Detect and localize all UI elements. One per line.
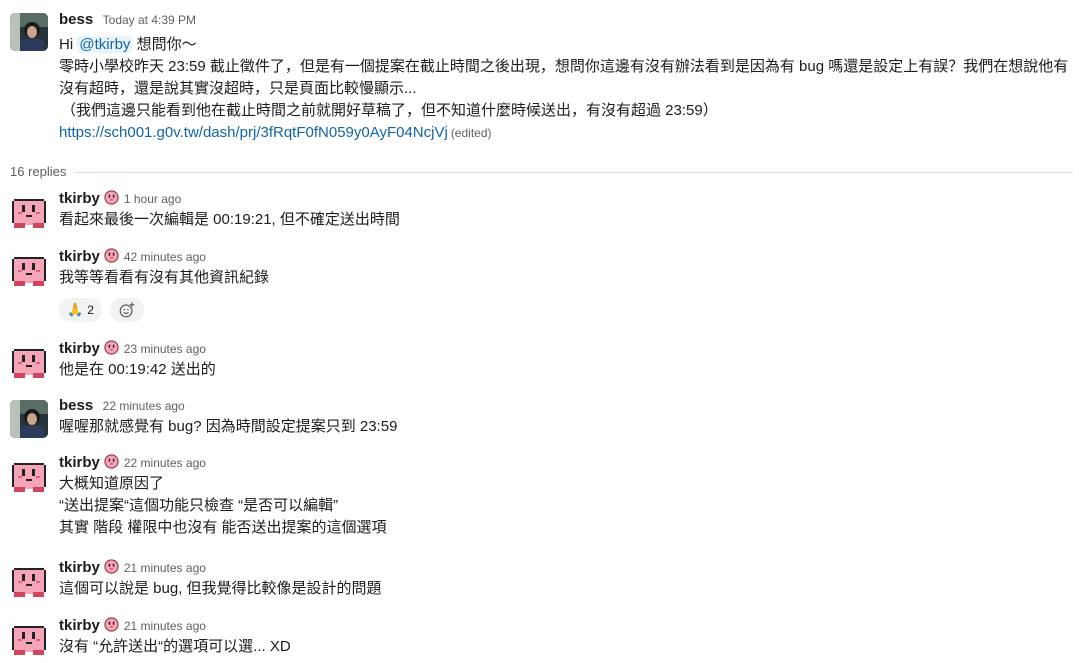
kirby-status-icon[interactable]	[104, 454, 119, 469]
message-text: 零時小學校昨天 23:59 截止徵件了，但是有一個提案在截止時間之後出現，想問你…	[59, 58, 1069, 97]
project-link[interactable]: https://sch001.g0v.tw/dash/prj/3fRqtF0fN…	[59, 124, 448, 141]
author-name[interactable]: bess	[59, 397, 93, 414]
author-name[interactable]: tkirby	[59, 340, 100, 357]
greeting-text: Hi	[59, 36, 74, 53]
timestamp[interactable]: 42 minutes ago	[124, 250, 206, 264]
reaction-count: 2	[87, 303, 94, 317]
avatar[interactable]	[10, 13, 48, 51]
kirby-pixel-avatar-icon	[10, 457, 48, 495]
author-name[interactable]: bess	[59, 11, 93, 28]
timestamp[interactable]: 22 minutes ago	[103, 399, 185, 413]
message-text: 我等等看看有沒有其他資訊紀錄	[59, 269, 270, 286]
greeting-rest-text: 想問你～	[136, 36, 197, 53]
replies-divider: 16 replies	[10, 163, 1073, 181]
kirby-pixel-avatar-icon	[10, 343, 48, 381]
timestamp[interactable]: Today at 4:39 PM	[103, 13, 196, 27]
avatar[interactable]	[10, 457, 48, 495]
kirby-pixel-avatar-icon	[10, 620, 48, 658]
timestamp[interactable]: 1 hour ago	[124, 192, 181, 206]
edited-label: (edited)	[450, 126, 492, 140]
avatar[interactable]	[10, 251, 48, 289]
timestamp[interactable]: 21 minutes ago	[124, 619, 206, 633]
person-photo-avatar-icon	[10, 400, 48, 438]
author-name[interactable]: tkirby	[59, 248, 100, 265]
kirby-status-icon[interactable]	[104, 190, 119, 205]
avatar[interactable]	[10, 562, 48, 600]
pray-emoji-icon: 🙏	[67, 302, 84, 317]
reaction-pray[interactable]: 🙏 2	[59, 298, 102, 322]
reactions-bar: 🙏 2	[59, 298, 145, 322]
kirby-pixel-avatar-icon	[10, 193, 48, 231]
avatar[interactable]	[10, 193, 48, 231]
person-photo-avatar-icon	[10, 13, 48, 51]
add-reaction-button[interactable]	[110, 298, 145, 322]
message-text: 喔喔那就感覺有 bug? 因為時間設定提案只到 23:59	[59, 418, 398, 435]
author-name[interactable]: tkirby	[59, 454, 100, 471]
timestamp[interactable]: 22 minutes ago	[124, 456, 206, 470]
kirby-status-icon[interactable]	[104, 617, 119, 632]
message-text: 這個可以說是 bug, 但我覺得比較像是設計的問題	[59, 580, 382, 597]
kirby-status-icon[interactable]	[104, 340, 119, 355]
kirby-pixel-avatar-icon	[10, 251, 48, 289]
timestamp[interactable]: 21 minutes ago	[124, 561, 206, 575]
avatar[interactable]	[10, 400, 48, 438]
user-mention[interactable]: @tkirby	[77, 36, 133, 53]
message-text: “送出提案“這個功能只檢查 “是否可以編輯”	[59, 497, 339, 514]
avatar[interactable]	[10, 343, 48, 381]
timestamp[interactable]: 23 minutes ago	[124, 342, 206, 356]
kirby-status-icon[interactable]	[104, 248, 119, 263]
divider-line	[10, 172, 1073, 173]
reply-count: 16 replies	[10, 163, 75, 181]
message-text: 他是在 00:19:42 送出的	[59, 361, 216, 378]
kirby-status-icon[interactable]	[104, 559, 119, 574]
message-text: 其實 階段 權限中也沒有 能否送出提案的這個選項	[59, 519, 387, 536]
avatar[interactable]	[10, 620, 48, 658]
message-text: 大概知道原因了	[59, 475, 165, 492]
author-name[interactable]: tkirby	[59, 190, 100, 207]
kirby-pixel-avatar-icon	[10, 562, 48, 600]
message-text: 沒有 “允許送出“的選項可以選... XD	[59, 638, 291, 655]
add-reaction-icon	[119, 302, 135, 318]
message-text: 看起來最後一次編輯是 00:19:21, 但不確定送出時間	[59, 211, 400, 228]
author-name[interactable]: tkirby	[59, 559, 100, 576]
author-name[interactable]: tkirby	[59, 617, 100, 634]
message-text: （我們這邊只能看到他在截止時間之前就開好草稿了，但不知道什麼時候送出，有沒有超過…	[61, 102, 718, 119]
